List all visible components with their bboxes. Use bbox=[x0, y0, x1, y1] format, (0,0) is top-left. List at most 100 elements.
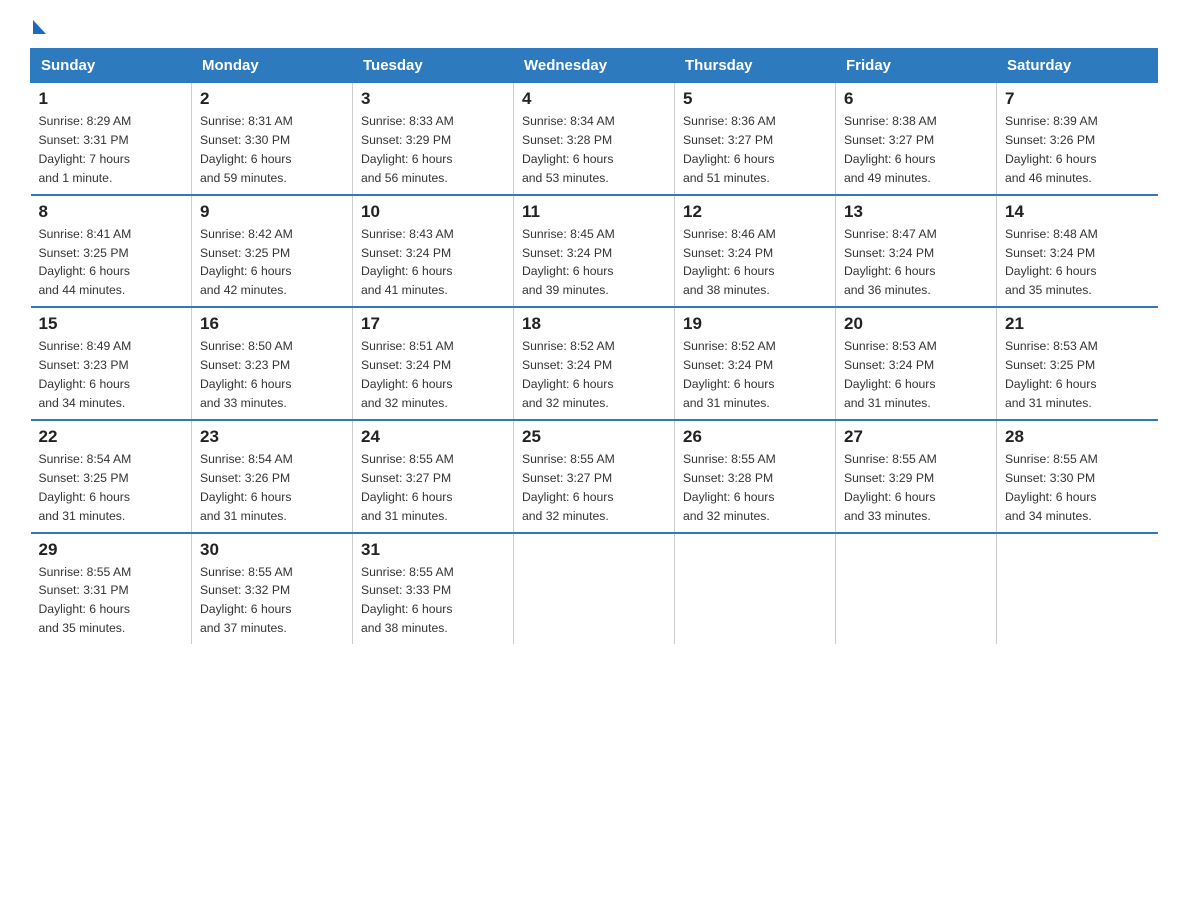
day-info: Sunrise: 8:33 AMSunset: 3:29 PMDaylight:… bbox=[361, 112, 505, 188]
day-number: 13 bbox=[844, 202, 988, 222]
calendar-cell: 21 Sunrise: 8:53 AMSunset: 3:25 PMDayligh… bbox=[997, 307, 1158, 420]
day-info: Sunrise: 8:47 AMSunset: 3:24 PMDaylight:… bbox=[844, 225, 988, 301]
day-info: Sunrise: 8:54 AMSunset: 3:26 PMDaylight:… bbox=[200, 450, 344, 526]
day-number: 4 bbox=[522, 89, 666, 109]
day-number: 29 bbox=[39, 540, 184, 560]
calendar-header: SundayMondayTuesdayWednesdayThursdayFrid… bbox=[31, 49, 1158, 83]
logo bbox=[30, 20, 46, 30]
calendar-cell bbox=[836, 533, 997, 645]
day-info: Sunrise: 8:36 AMSunset: 3:27 PMDaylight:… bbox=[683, 112, 827, 188]
calendar-cell: 3 Sunrise: 8:33 AMSunset: 3:29 PMDaylight… bbox=[353, 83, 514, 195]
calendar-cell: 6 Sunrise: 8:38 AMSunset: 3:27 PMDaylight… bbox=[836, 83, 997, 195]
calendar-cell: 26 Sunrise: 8:55 AMSunset: 3:28 PMDayligh… bbox=[675, 420, 836, 533]
day-info: Sunrise: 8:55 AMSunset: 3:27 PMDaylight:… bbox=[361, 450, 505, 526]
calendar-cell: 19Sunrise: 8:52 AMSunset: 3:24 PMDayligh… bbox=[675, 307, 836, 420]
calendar-cell: 14 Sunrise: 8:48 AMSunset: 3:24 PMDayligh… bbox=[997, 195, 1158, 308]
week-row: 1Sunrise: 8:29 AMSunset: 3:31 PMDaylight… bbox=[31, 83, 1158, 195]
day-info: Sunrise: 8:41 AMSunset: 3:25 PMDaylight:… bbox=[39, 225, 184, 301]
column-header-saturday: Saturday bbox=[997, 49, 1158, 83]
calendar-cell: 16 Sunrise: 8:50 AMSunset: 3:23 PMDayligh… bbox=[192, 307, 353, 420]
calendar-cell: 11Sunrise: 8:45 AMSunset: 3:24 PMDayligh… bbox=[514, 195, 675, 308]
logo-line1 bbox=[30, 20, 46, 34]
day-info: Sunrise: 8:52 AMSunset: 3:24 PMDaylight:… bbox=[522, 337, 666, 413]
calendar-cell: 27Sunrise: 8:55 AMSunset: 3:29 PMDayligh… bbox=[836, 420, 997, 533]
calendar-cell: 18Sunrise: 8:52 AMSunset: 3:24 PMDayligh… bbox=[514, 307, 675, 420]
calendar-cell: 24 Sunrise: 8:55 AMSunset: 3:27 PMDayligh… bbox=[353, 420, 514, 533]
calendar-cell: 4 Sunrise: 8:34 AMSunset: 3:28 PMDaylight… bbox=[514, 83, 675, 195]
calendar-cell: 29Sunrise: 8:55 AMSunset: 3:31 PMDayligh… bbox=[31, 533, 192, 645]
calendar-cell: 25Sunrise: 8:55 AMSunset: 3:27 PMDayligh… bbox=[514, 420, 675, 533]
day-number: 8 bbox=[39, 202, 184, 222]
day-info: Sunrise: 8:53 AMSunset: 3:24 PMDaylight:… bbox=[844, 337, 988, 413]
day-number: 14 bbox=[1005, 202, 1150, 222]
day-number: 16 bbox=[200, 314, 344, 334]
day-number: 11 bbox=[522, 202, 666, 222]
day-number: 26 bbox=[683, 427, 827, 447]
day-number: 5 bbox=[683, 89, 827, 109]
day-number: 25 bbox=[522, 427, 666, 447]
day-info: Sunrise: 8:42 AMSunset: 3:25 PMDaylight:… bbox=[200, 225, 344, 301]
day-info: Sunrise: 8:55 AMSunset: 3:30 PMDaylight:… bbox=[1005, 450, 1150, 526]
day-number: 12 bbox=[683, 202, 827, 222]
day-number: 15 bbox=[39, 314, 184, 334]
calendar-cell: 17 Sunrise: 8:51 AMSunset: 3:24 PMDayligh… bbox=[353, 307, 514, 420]
column-header-friday: Friday bbox=[836, 49, 997, 83]
day-info: Sunrise: 8:54 AMSunset: 3:25 PMDaylight:… bbox=[39, 450, 184, 526]
day-info: Sunrise: 8:55 AMSunset: 3:28 PMDaylight:… bbox=[683, 450, 827, 526]
day-number: 23 bbox=[200, 427, 344, 447]
day-info: Sunrise: 8:51 AMSunset: 3:24 PMDaylight:… bbox=[361, 337, 505, 413]
day-info: Sunrise: 8:38 AMSunset: 3:27 PMDaylight:… bbox=[844, 112, 988, 188]
calendar-cell: 12 Sunrise: 8:46 AMSunset: 3:24 PMDayligh… bbox=[675, 195, 836, 308]
day-number: 1 bbox=[39, 89, 184, 109]
day-info: Sunrise: 8:48 AMSunset: 3:24 PMDaylight:… bbox=[1005, 225, 1150, 301]
day-number: 21 bbox=[1005, 314, 1150, 334]
calendar-cell: 28 Sunrise: 8:55 AMSunset: 3:30 PMDayligh… bbox=[997, 420, 1158, 533]
day-info: Sunrise: 8:49 AMSunset: 3:23 PMDaylight:… bbox=[39, 337, 184, 413]
day-number: 24 bbox=[361, 427, 505, 447]
day-number: 22 bbox=[39, 427, 184, 447]
day-number: 30 bbox=[200, 540, 344, 560]
calendar-cell: 22 Sunrise: 8:54 AMSunset: 3:25 PMDayligh… bbox=[31, 420, 192, 533]
day-info: Sunrise: 8:46 AMSunset: 3:24 PMDaylight:… bbox=[683, 225, 827, 301]
calendar-cell: 5 Sunrise: 8:36 AMSunset: 3:27 PMDaylight… bbox=[675, 83, 836, 195]
day-number: 3 bbox=[361, 89, 505, 109]
day-number: 17 bbox=[361, 314, 505, 334]
header-row: SundayMondayTuesdayWednesdayThursdayFrid… bbox=[31, 49, 1158, 83]
day-info: Sunrise: 8:31 AMSunset: 3:30 PMDaylight:… bbox=[200, 112, 344, 188]
day-number: 27 bbox=[844, 427, 988, 447]
day-number: 20 bbox=[844, 314, 988, 334]
logo-arrow-icon bbox=[33, 20, 46, 34]
calendar-body: 1Sunrise: 8:29 AMSunset: 3:31 PMDaylight… bbox=[31, 83, 1158, 645]
calendar-cell: 23 Sunrise: 8:54 AMSunset: 3:26 PMDayligh… bbox=[192, 420, 353, 533]
calendar-cell: 13 Sunrise: 8:47 AMSunset: 3:24 PMDayligh… bbox=[836, 195, 997, 308]
column-header-monday: Monday bbox=[192, 49, 353, 83]
calendar-cell: 1Sunrise: 8:29 AMSunset: 3:31 PMDaylight… bbox=[31, 83, 192, 195]
week-row: 22 Sunrise: 8:54 AMSunset: 3:25 PMDayligh… bbox=[31, 420, 1158, 533]
day-number: 6 bbox=[844, 89, 988, 109]
calendar-cell: 7Sunrise: 8:39 AMSunset: 3:26 PMDaylight… bbox=[997, 83, 1158, 195]
calendar-cell: 9 Sunrise: 8:42 AMSunset: 3:25 PMDaylight… bbox=[192, 195, 353, 308]
column-header-tuesday: Tuesday bbox=[353, 49, 514, 83]
calendar-cell: 20 Sunrise: 8:53 AMSunset: 3:24 PMDayligh… bbox=[836, 307, 997, 420]
column-header-sunday: Sunday bbox=[31, 49, 192, 83]
calendar-cell bbox=[997, 533, 1158, 645]
week-row: 15 Sunrise: 8:49 AMSunset: 3:23 PMDayligh… bbox=[31, 307, 1158, 420]
day-info: Sunrise: 8:39 AMSunset: 3:26 PMDaylight:… bbox=[1005, 112, 1150, 188]
day-info: Sunrise: 8:53 AMSunset: 3:25 PMDaylight:… bbox=[1005, 337, 1150, 413]
day-number: 10 bbox=[361, 202, 505, 222]
day-info: Sunrise: 8:55 AMSunset: 3:32 PMDaylight:… bbox=[200, 563, 344, 639]
day-info: Sunrise: 8:52 AMSunset: 3:24 PMDaylight:… bbox=[683, 337, 827, 413]
calendar-cell: 15 Sunrise: 8:49 AMSunset: 3:23 PMDayligh… bbox=[31, 307, 192, 420]
day-info: Sunrise: 8:34 AMSunset: 3:28 PMDaylight:… bbox=[522, 112, 666, 188]
day-info: Sunrise: 8:50 AMSunset: 3:23 PMDaylight:… bbox=[200, 337, 344, 413]
page-header bbox=[30, 20, 1158, 30]
column-header-thursday: Thursday bbox=[675, 49, 836, 83]
day-info: Sunrise: 8:43 AMSunset: 3:24 PMDaylight:… bbox=[361, 225, 505, 301]
calendar-cell: 2 Sunrise: 8:31 AMSunset: 3:30 PMDaylight… bbox=[192, 83, 353, 195]
week-row: 8 Sunrise: 8:41 AMSunset: 3:25 PMDaylight… bbox=[31, 195, 1158, 308]
day-number: 2 bbox=[200, 89, 344, 109]
day-number: 28 bbox=[1005, 427, 1150, 447]
day-info: Sunrise: 8:55 AMSunset: 3:33 PMDaylight:… bbox=[361, 563, 505, 639]
day-number: 31 bbox=[361, 540, 505, 560]
day-number: 9 bbox=[200, 202, 344, 222]
